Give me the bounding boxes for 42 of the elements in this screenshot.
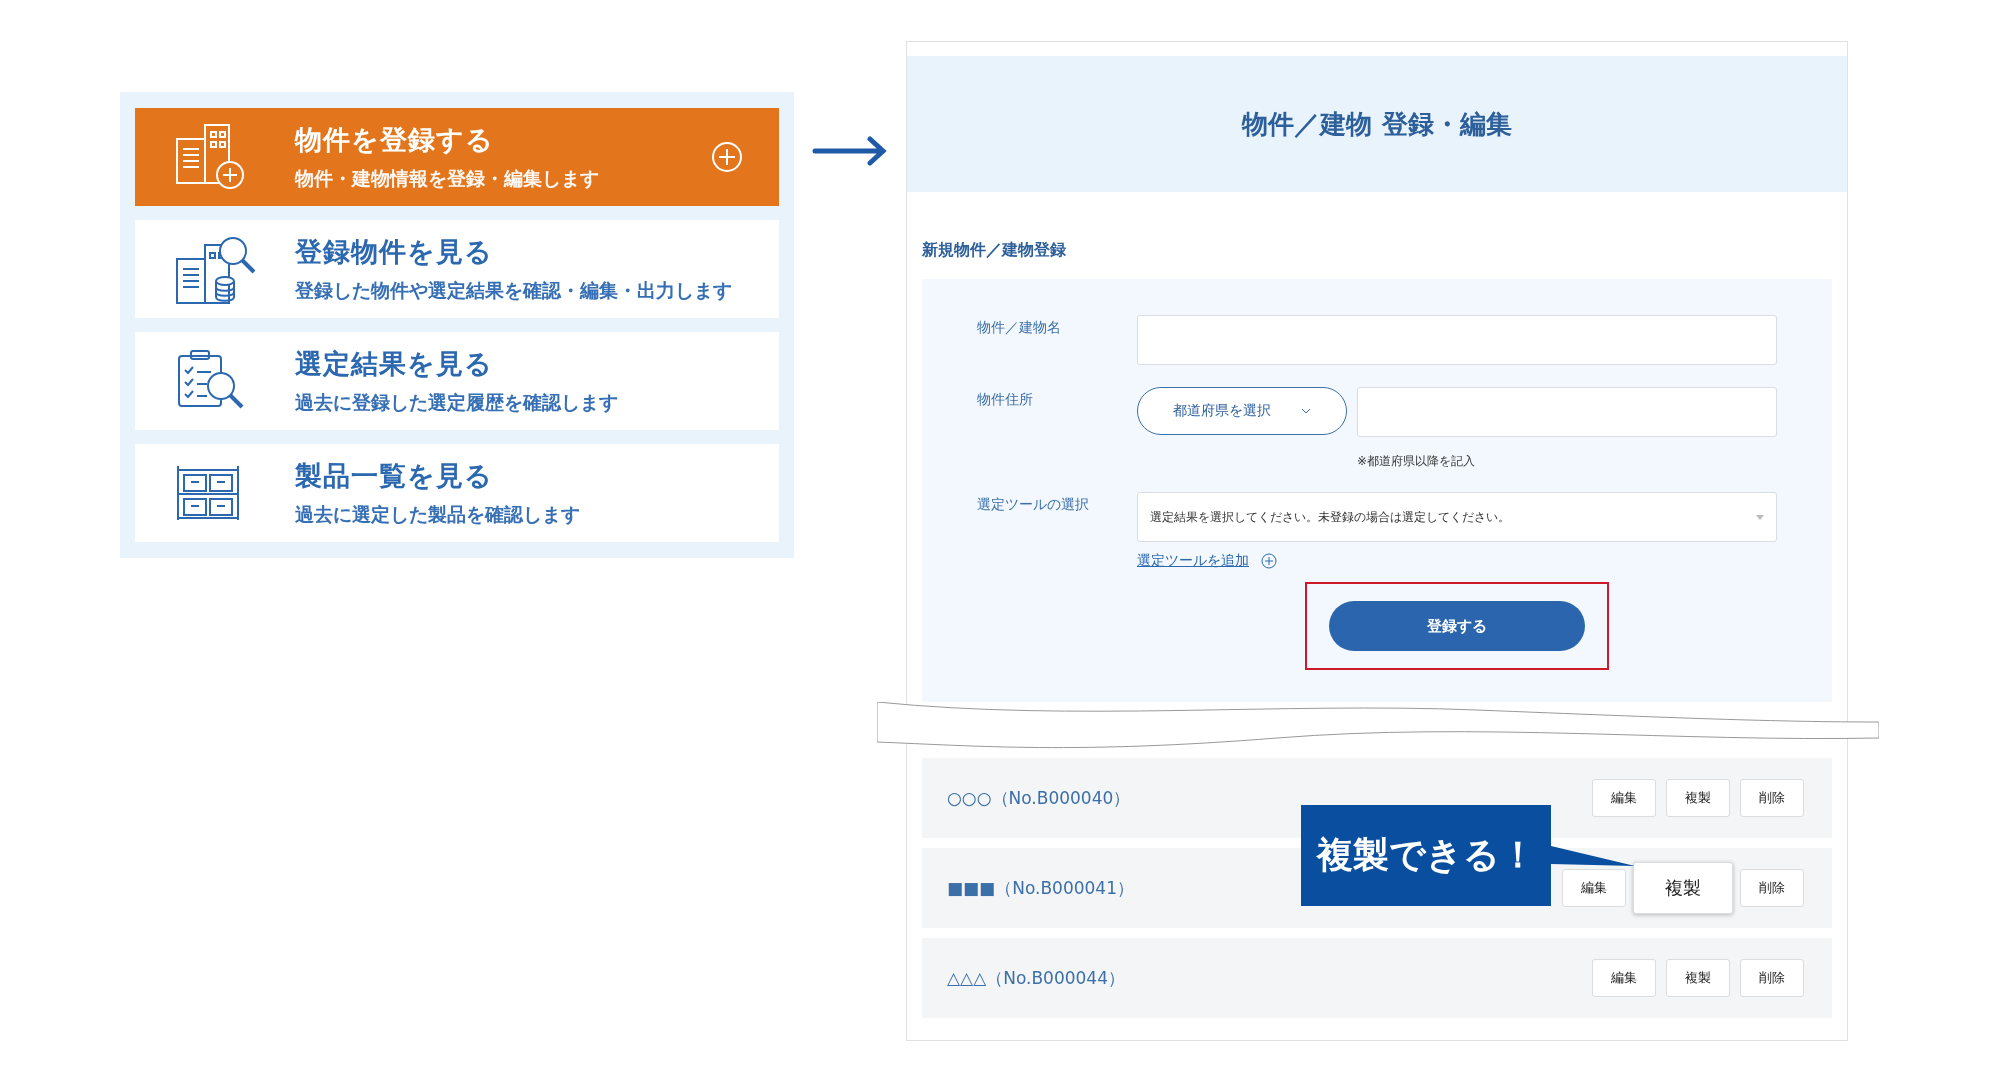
row-action-button[interactable]: 複製 bbox=[1666, 959, 1730, 997]
menu-item-description: 過去に登録した選定履歴を確認します bbox=[295, 390, 619, 415]
menu-item[interactable]: 製品一覧を見る 過去に選定した製品を確認します bbox=[135, 444, 779, 542]
prefecture-dropdown[interactable]: 都道府県を選択 bbox=[1137, 387, 1347, 435]
menu-item-description: 物件・建物情報を登録・編集します bbox=[295, 166, 600, 191]
property-name: △△△（No.B000044） bbox=[947, 966, 1125, 990]
field-note: ※都道府県以降を記入 bbox=[1357, 453, 1477, 470]
field-label: 物件／建物名 bbox=[977, 318, 1062, 337]
plus-circle-icon[interactable] bbox=[1261, 553, 1277, 569]
property-name: ■■■（No.B000041） bbox=[947, 876, 1134, 900]
row-action-button[interactable]: 削除 bbox=[1740, 959, 1804, 997]
menu-item[interactable]: 登録物件を見る 登録した物件や選定結果を確認・編集・出力します bbox=[135, 220, 779, 318]
row-action-button[interactable]: 編集 bbox=[1592, 959, 1656, 997]
section-title: 新規物件／建物登録 bbox=[922, 240, 1067, 261]
menu-item-title: 登録物件を見る bbox=[295, 235, 494, 269]
row-action-button[interactable]: 複製 bbox=[1666, 779, 1730, 817]
building-plus-icon bbox=[175, 123, 247, 191]
add-tool-link[interactable]: 選定ツールを追加 bbox=[1137, 552, 1249, 570]
field-label: 選定ツールの選択 bbox=[977, 495, 1090, 514]
page-title: 物件／建物 登録・編集 bbox=[1242, 107, 1512, 141]
property-name: ○○○（No.B000040） bbox=[947, 786, 1131, 810]
menu-item-title: 選定結果を見る bbox=[295, 347, 494, 381]
dropdown-arrow-icon bbox=[1756, 514, 1764, 520]
menu-item-description: 登録した物件や選定結果を確認・編集・出力します bbox=[295, 278, 733, 303]
menu-item-title: 物件を登録する bbox=[295, 123, 495, 157]
row-action-button[interactable]: 編集 bbox=[1592, 779, 1656, 817]
row-action-button[interactable]: 削除 bbox=[1740, 779, 1804, 817]
menu-item-description: 過去に選定した製品を確認します bbox=[295, 502, 581, 527]
register-button[interactable]: 登録する bbox=[1329, 601, 1585, 651]
shelf-icon bbox=[175, 464, 241, 522]
input-field[interactable] bbox=[1137, 315, 1777, 365]
row-action-button[interactable]: 複製 bbox=[1633, 862, 1733, 914]
plus-circle-icon bbox=[711, 141, 743, 173]
arrow-right-icon bbox=[812, 136, 888, 166]
menu-item[interactable]: 選定結果を見る 過去に登録した選定履歴を確認します bbox=[135, 332, 779, 430]
chevron-down-icon bbox=[1301, 408, 1311, 414]
field-label: 物件住所 bbox=[977, 390, 1034, 409]
input-field[interactable] bbox=[1357, 387, 1777, 437]
menu-item-title: 製品一覧を見る bbox=[295, 459, 494, 493]
row-action-button[interactable]: 編集 bbox=[1562, 869, 1626, 907]
row-action-button[interactable]: 削除 bbox=[1740, 869, 1804, 907]
tool-dropdown[interactable]: 選定結果を選択してください。未登録の場合は選定してください。 bbox=[1137, 492, 1777, 542]
